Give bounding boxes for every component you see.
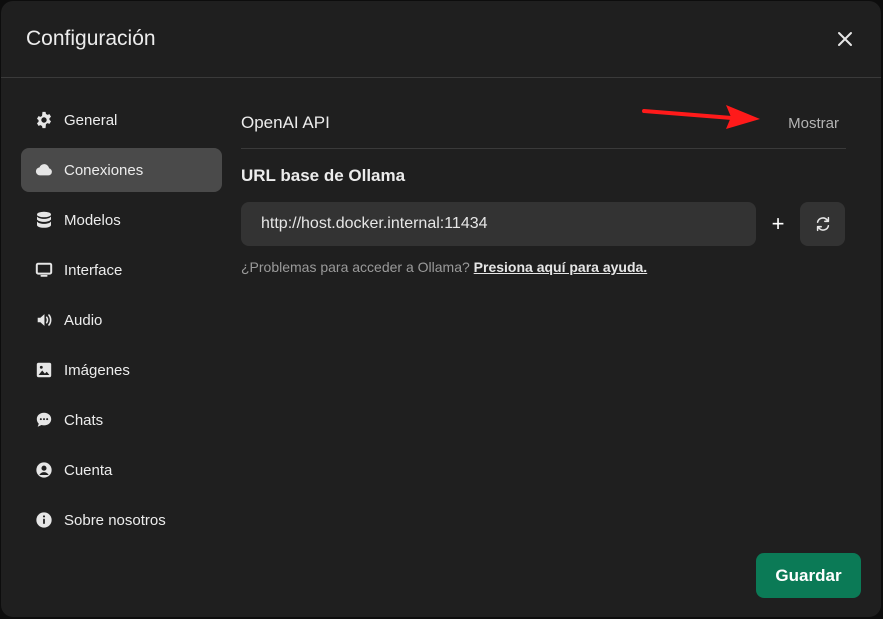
sidebar-item-sobre-nosotros[interactable]: Sobre nosotros: [21, 498, 222, 542]
sidebar-item-modelos[interactable]: Modelos: [21, 198, 222, 242]
ollama-url-input[interactable]: [241, 202, 756, 246]
help-link[interactable]: Presiona aquí para ayuda.: [474, 259, 648, 275]
ollama-help-text: ¿Problemas para acceder a Ollama? Presio…: [241, 259, 846, 275]
image-icon: [34, 360, 54, 380]
close-icon[interactable]: [833, 27, 857, 51]
sidebar-item-chats[interactable]: Chats: [21, 398, 222, 442]
show-button[interactable]: Mostrar: [788, 115, 839, 132]
refresh-icon: [814, 215, 832, 233]
sidebar-item-label: Sobre nosotros: [64, 511, 166, 529]
add-url-button[interactable]: +: [756, 202, 800, 246]
sidebar-item-label: Imágenes: [64, 361, 130, 379]
sidebar-item-general[interactable]: General: [21, 98, 222, 142]
chat-bubble-icon: [34, 410, 54, 430]
sidebar-item-label: Chats: [64, 411, 104, 429]
info-icon: [34, 510, 54, 530]
monitor-icon: [34, 260, 54, 280]
user-circle-icon: [34, 460, 54, 480]
cloud-icon: [34, 160, 54, 180]
sidebar-item-label: Audio: [64, 311, 103, 329]
sidebar-item-interface[interactable]: Interface: [21, 248, 222, 292]
sidebar-item-label: General: [64, 111, 118, 129]
sidebar-item-label: Cuenta: [64, 461, 113, 479]
speaker-icon: [34, 310, 54, 330]
sidebar-item-audio[interactable]: Audio: [21, 298, 222, 342]
settings-sidebar: General Conexiones Modelos Interface Aud…: [21, 98, 222, 548]
sidebar-item-label: Conexiones: [64, 161, 144, 179]
refresh-button[interactable]: [800, 202, 845, 246]
annotation-arrow-icon: [642, 105, 760, 129]
save-button[interactable]: Guardar: [756, 553, 861, 598]
gear-icon: [34, 110, 54, 130]
sidebar-item-cuenta[interactable]: Cuenta: [21, 448, 222, 492]
database-icon: [34, 210, 54, 230]
ollama-url-title: URL base de Ollama: [241, 166, 406, 185]
sidebar-item-imagenes[interactable]: Imágenes: [21, 348, 222, 392]
modal-header: Configuración: [1, 1, 881, 78]
modal-title: Configuración: [26, 27, 156, 50]
openai-api-title: OpenAI API: [241, 113, 330, 132]
sidebar-item-label: Modelos: [64, 211, 121, 229]
settings-modal: Configuración General Conexiones Modelos: [1, 1, 881, 617]
ollama-url-row: +: [241, 202, 846, 246]
help-prefix: ¿Problemas para acceder a Ollama?: [241, 259, 474, 275]
sidebar-item-label: Interface: [64, 261, 123, 279]
sidebar-item-conexiones[interactable]: Conexiones: [21, 148, 222, 192]
